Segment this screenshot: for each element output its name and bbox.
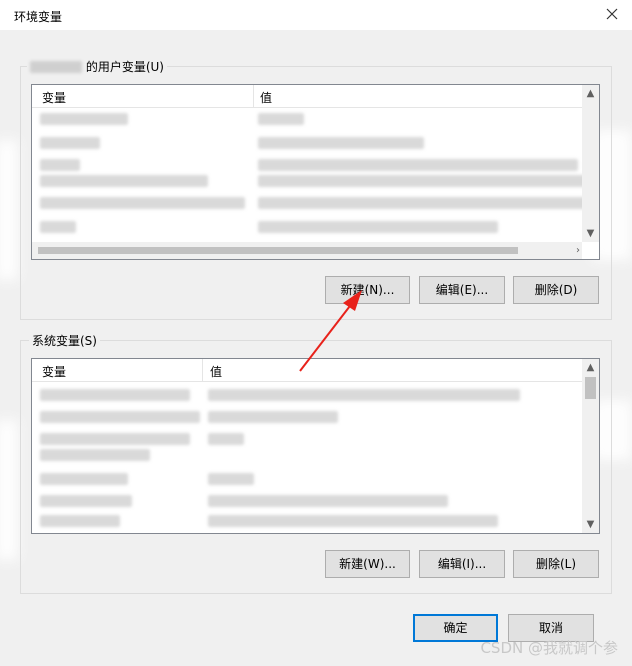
redacted-row xyxy=(40,411,200,423)
system-edit-button[interactable]: 编辑(I)... xyxy=(419,550,505,578)
redaction-smudge xyxy=(0,140,18,280)
column-header-variable[interactable]: 变量 xyxy=(42,89,66,106)
window-title: 环境变量 xyxy=(14,10,63,24)
redacted-row xyxy=(40,389,190,401)
redacted-row xyxy=(208,411,338,423)
redacted-row xyxy=(208,433,244,445)
redacted-row xyxy=(208,515,498,527)
redacted-row xyxy=(40,433,190,445)
column-separator xyxy=(253,85,254,107)
user-delete-button[interactable]: 删除(D) xyxy=(513,276,599,304)
redacted-row xyxy=(40,137,100,149)
redacted-row xyxy=(40,175,208,187)
redacted-row xyxy=(40,495,132,507)
scroll-up-icon[interactable]: ▲ xyxy=(582,359,599,376)
redacted-row xyxy=(208,389,520,401)
redacted-row xyxy=(40,197,245,209)
system-variables-list[interactable]: 变量 值 ▲ ▼ xyxy=(31,358,600,534)
user-edit-button[interactable]: 编辑(E)... xyxy=(419,276,505,304)
redaction-smudge xyxy=(0,420,18,560)
column-separator xyxy=(202,359,203,381)
user-new-button[interactable]: 新建(N)... xyxy=(325,276,410,304)
redacted-row xyxy=(208,473,254,485)
column-header-value[interactable]: 值 xyxy=(260,89,272,106)
redacted-row xyxy=(258,175,588,187)
redacted-row xyxy=(258,197,588,209)
redacted-row xyxy=(40,515,120,527)
user-list-vertical-scrollbar[interactable]: ▲ ▼ xyxy=(582,85,599,242)
horizontal-scroll-thumb[interactable] xyxy=(38,247,518,254)
redacted-row xyxy=(40,221,76,233)
redacted-row xyxy=(40,113,128,125)
system-new-button[interactable]: 新建(W)... xyxy=(325,550,410,578)
scroll-down-icon[interactable]: ▼ xyxy=(582,516,599,533)
redacted-row xyxy=(258,137,424,149)
close-icon[interactable] xyxy=(604,6,620,22)
environment-variables-dialog: 环境变量 的用户变量(U) 变量 值 ▲ ▼ › 新建(N)... 编辑(E).… xyxy=(0,0,632,666)
redacted-row xyxy=(258,159,578,171)
redacted-row xyxy=(40,159,80,171)
redacted-row xyxy=(40,449,150,461)
scroll-right-icon[interactable]: › xyxy=(576,242,580,259)
user-variables-list[interactable]: 变量 值 ▲ ▼ › xyxy=(31,84,600,260)
column-header-value[interactable]: 值 xyxy=(210,363,222,380)
user-list-header: 变量 值 xyxy=(32,85,582,108)
redacted-row xyxy=(258,113,304,125)
system-list-vertical-scrollbar[interactable]: ▲ ▼ xyxy=(582,359,599,533)
title-bar: 环境变量 xyxy=(0,0,632,30)
scroll-down-icon[interactable]: ▼ xyxy=(582,225,599,242)
redacted-username xyxy=(30,61,82,73)
watermark: CSDN @我就调个参 xyxy=(480,639,618,657)
scroll-up-icon[interactable]: ▲ xyxy=(582,85,599,102)
system-list-header: 变量 值 xyxy=(32,359,582,382)
redacted-row xyxy=(258,221,498,233)
vertical-scroll-thumb[interactable] xyxy=(585,377,596,399)
redacted-row xyxy=(40,473,128,485)
system-variables-label: 系统变量(S) xyxy=(29,332,100,349)
user-list-horizontal-scrollbar[interactable]: › xyxy=(32,242,582,259)
redacted-row xyxy=(208,495,448,507)
column-header-variable[interactable]: 变量 xyxy=(42,363,66,380)
user-variables-label: 的用户变量(U) xyxy=(27,58,167,75)
system-delete-button[interactable]: 删除(L) xyxy=(513,550,599,578)
